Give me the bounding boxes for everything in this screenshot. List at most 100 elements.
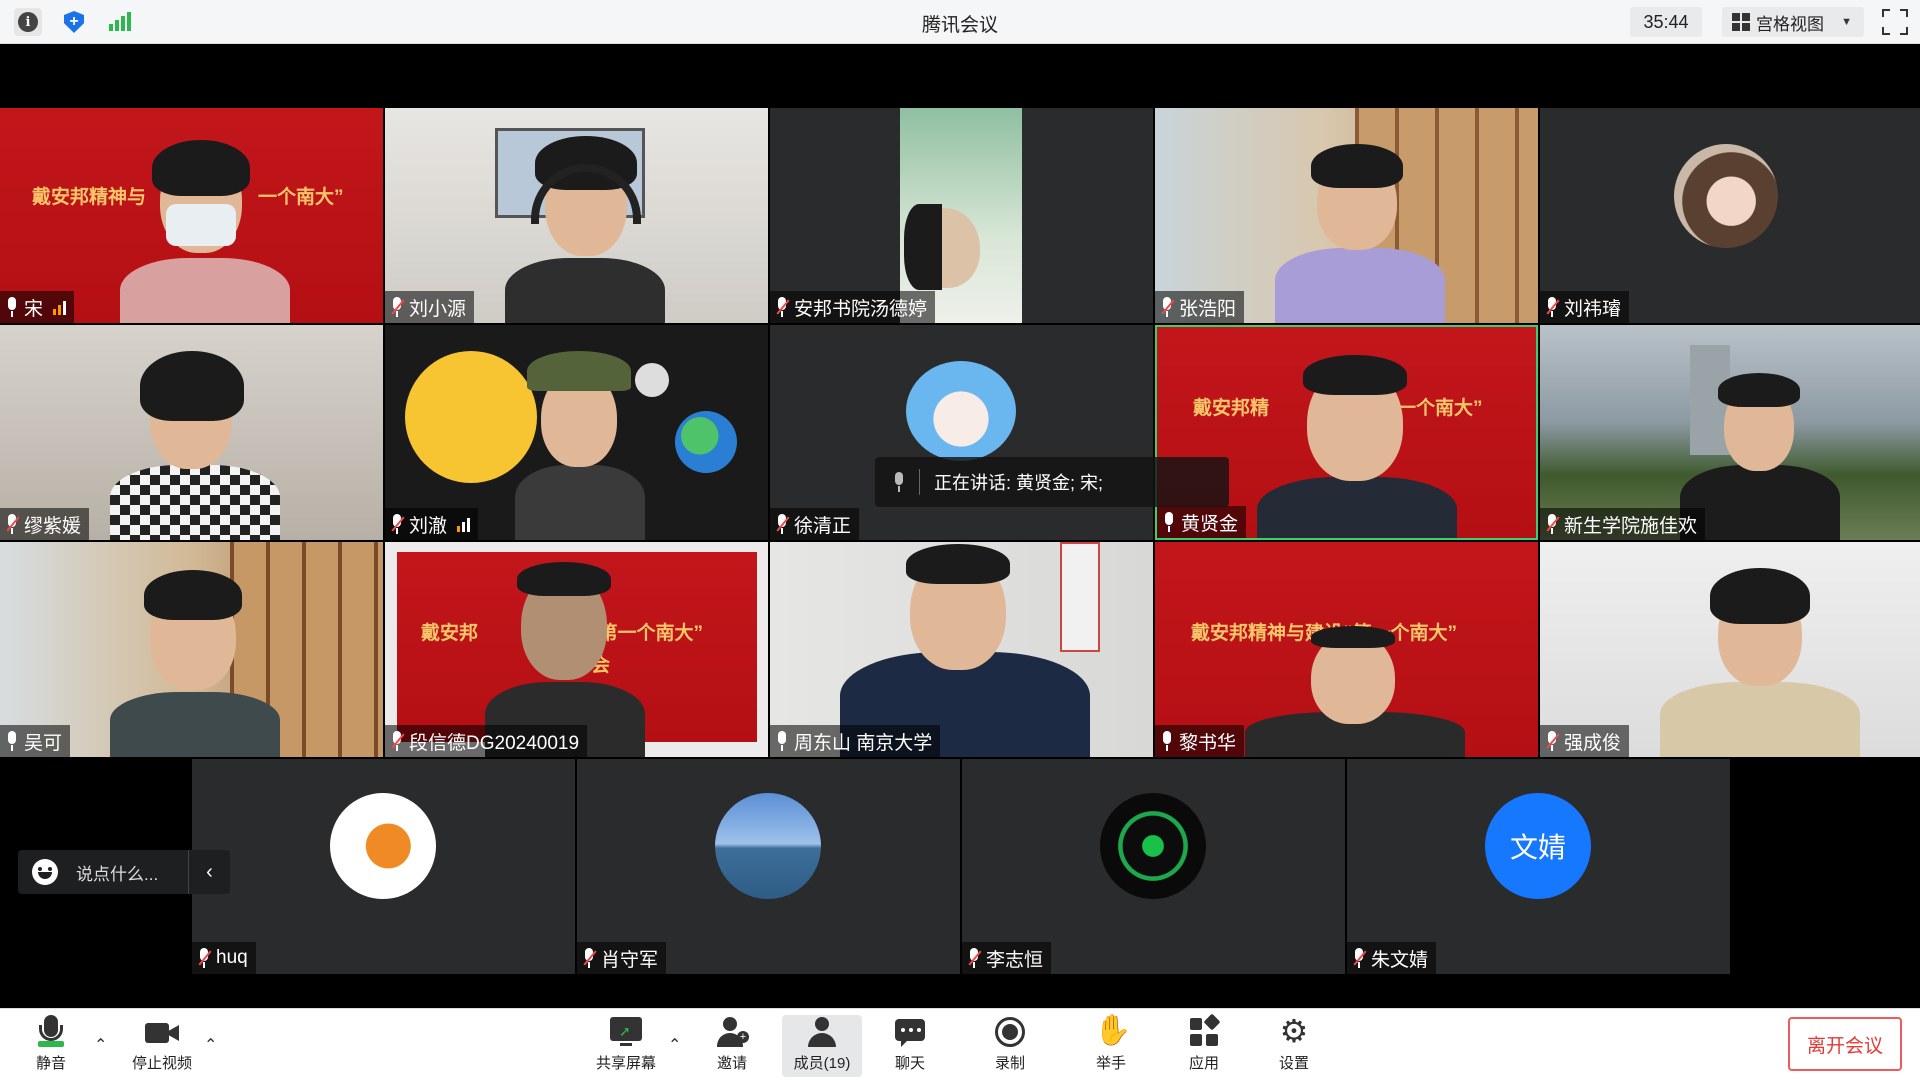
participant-label: 肖守军 <box>577 942 667 974</box>
apps-label: 应用 <box>1188 1055 1219 1072</box>
participant-name: 朱文婧 <box>1371 949 1429 971</box>
participant-name: 肖守军 <box>601 949 659 971</box>
moon-icon <box>635 363 669 397</box>
participant-label: 刘祎璿 <box>1540 291 1630 323</box>
members-icon <box>805 1015 839 1048</box>
meeting-toolbar: 静音 ⌃ 停止视频 ⌃ ➚ 共享屏幕 ⌃ + 邀请 成员(19) 聊天 录制 ✋… <box>0 1008 1920 1080</box>
record-icon <box>993 1015 1027 1048</box>
participant-name: 宋 <box>24 298 44 320</box>
video-tile[interactable]: 周东山 南京大学 <box>770 542 1153 757</box>
participant-avatar <box>330 793 436 899</box>
leave-meeting-button[interactable]: 离开会议 <box>1788 1017 1902 1071</box>
earth-icon <box>675 411 737 473</box>
banner-text: 戴安邦精 <box>1193 398 1270 419</box>
chat-quick-bar[interactable]: 说点什么... ‹ <box>18 850 230 894</box>
chevron-left-icon[interactable]: ‹ <box>188 850 230 894</box>
mic-icon <box>776 731 788 751</box>
video-tile[interactable]: 徐清正 <box>770 325 1153 540</box>
banner-text: 戴安邦精神与 <box>32 187 147 208</box>
participant-avatar <box>1674 144 1778 248</box>
video-tile[interactable]: 缪紫媛 <box>0 325 383 540</box>
video-tile-active-speaker[interactable]: 戴安邦精 一个南大” 黄贤金 <box>1155 325 1538 540</box>
video-tile[interactable]: 戴安邦精神与建设“第一个南大” 黎书华 <box>1155 542 1538 757</box>
video-tile[interactable]: 张浩阳 <box>1155 108 1538 323</box>
participant-name: 吴可 <box>24 732 63 754</box>
video-tile[interactable]: 强成俊 <box>1540 542 1920 757</box>
raise-hand-label: 举手 <box>1095 1055 1126 1072</box>
participant-label: 吴可 <box>0 725 71 757</box>
participant-label: 黄贤金 <box>1157 506 1247 538</box>
participant-name: 强成俊 <box>1564 732 1622 754</box>
emoji-icon[interactable] <box>32 859 58 885</box>
mic-muted-icon <box>583 948 597 968</box>
participant-label: 周东山 南京大学 <box>770 725 941 757</box>
video-tile[interactable]: 新生学院施佳欢 <box>1540 325 1920 540</box>
chat-label: 聊天 <box>894 1055 925 1072</box>
apps-icon <box>1187 1013 1221 1048</box>
audio-level-icon <box>53 299 67 315</box>
mic-icon <box>6 297 18 317</box>
participant-name: 张浩阳 <box>1179 298 1237 320</box>
record-button[interactable]: 录制 <box>986 1015 1034 1077</box>
chat-icon <box>893 1015 927 1048</box>
participant-avatar <box>1100 793 1206 899</box>
members-button[interactable]: 成员(19) <box>782 1015 862 1077</box>
video-tile[interactable]: 李志恒 <box>962 759 1345 974</box>
stop-video-button[interactable]: 停止视频 <box>122 1015 202 1077</box>
mic-muted-icon <box>1546 514 1560 534</box>
participant-name: 徐清正 <box>794 515 852 537</box>
video-tile[interactable]: 吴可 <box>0 542 383 757</box>
invite-label: 邀请 <box>716 1055 747 1072</box>
video-tile[interactable]: 刘澈 <box>385 325 768 540</box>
hand-icon: ✋ <box>1094 1014 1132 1047</box>
share-screen-button[interactable]: ➚ 共享屏幕 <box>590 1015 662 1077</box>
participant-name: 段信德DG20240019 <box>409 732 580 754</box>
video-tile[interactable]: 肖守军 <box>577 759 960 974</box>
participant-label: huq <box>192 942 256 974</box>
video-tile[interactable]: 戴安邦精神与 一个南大” 宋 <box>0 108 383 323</box>
participant-label: 刘澈 <box>385 508 479 540</box>
view-mode-label: 宫格视图 <box>1756 14 1824 34</box>
mic-muted-icon <box>1546 731 1560 751</box>
video-options-icon[interactable]: ⌃ <box>204 1035 217 1055</box>
participant-label: 强成俊 <box>1540 725 1630 757</box>
fullscreen-icon[interactable] <box>1882 9 1908 35</box>
participant-label: 段信德DG20240019 <box>385 725 588 757</box>
participant-name: 周东山 南京大学 <box>794 732 933 754</box>
participant-label: 徐清正 <box>770 508 860 540</box>
audio-level-icon <box>457 516 471 532</box>
grid-view-icon <box>1732 13 1750 31</box>
participant-name: huq <box>216 947 248 968</box>
participant-name: 李志恒 <box>986 949 1044 971</box>
participant-label: 缪紫媛 <box>0 508 90 540</box>
video-tile[interactable]: 安邦书院汤德婷 <box>770 108 1153 323</box>
raise-hand-button[interactable]: ✋ 举手 <box>1087 1014 1135 1077</box>
banner-text: 一个南大” <box>258 187 344 208</box>
video-tile[interactable]: 戴安邦 “第一个南大” 会 段信德DG20240019 <box>385 542 768 757</box>
invite-button[interactable]: + 邀请 <box>706 1015 758 1077</box>
mic-muted-icon <box>776 297 790 317</box>
video-tile[interactable]: 文婧 朱文婧 <box>1347 759 1730 974</box>
participant-name: 黄贤金 <box>1181 513 1239 535</box>
video-tile[interactable]: 刘小源 <box>385 108 768 323</box>
participant-avatar: 文婧 <box>1485 793 1591 899</box>
participant-name: 刘祎璿 <box>1564 298 1622 320</box>
video-tile[interactable]: huq <box>192 759 575 974</box>
share-options-icon[interactable]: ⌃ <box>668 1035 681 1055</box>
settings-button[interactable]: ⚙ 设置 <box>1270 1014 1318 1077</box>
chat-input[interactable]: 说点什么... <box>76 860 188 885</box>
mute-options-icon[interactable]: ⌃ <box>94 1035 107 1055</box>
mic-muted-icon <box>1161 297 1175 317</box>
camera-icon <box>145 1015 179 1048</box>
record-label: 录制 <box>994 1055 1025 1072</box>
participant-name: 刘澈 <box>409 515 448 537</box>
mute-button[interactable]: 静音 <box>22 1015 80 1077</box>
participant-label: 朱文婧 <box>1347 942 1437 974</box>
view-mode-dropdown[interactable]: 宫格视图 ▼ <box>1722 7 1864 37</box>
apps-button[interactable]: 应用 <box>1180 1013 1228 1077</box>
chat-button[interactable]: 聊天 <box>886 1015 934 1077</box>
video-tile[interactable]: 刘祎璿 <box>1540 108 1920 323</box>
speaking-text: 正在讲话: 黄贤金; 宋; <box>934 473 1104 493</box>
mic-icon <box>1161 731 1173 751</box>
participant-label: 安邦书院汤德婷 <box>770 291 936 323</box>
